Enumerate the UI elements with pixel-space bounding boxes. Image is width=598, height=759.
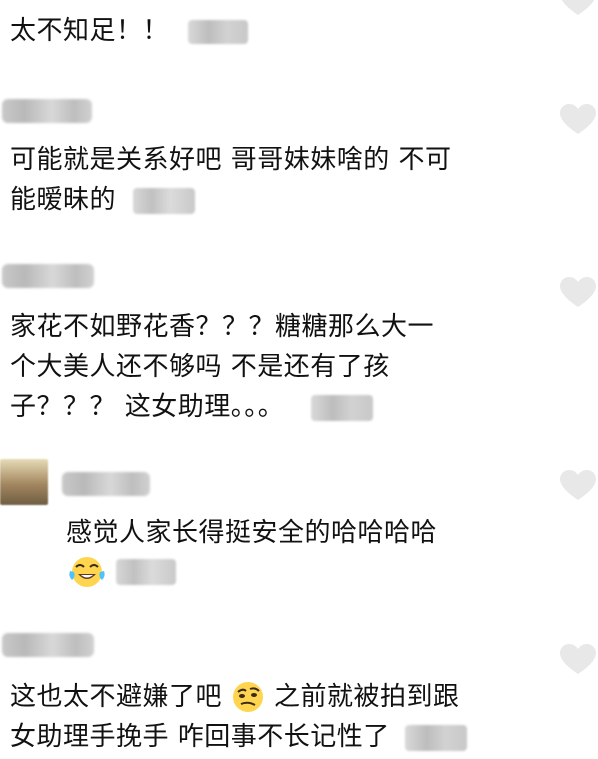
comment-5-line-1-suffix: 之前就被拍到跟 <box>274 682 460 712</box>
blurred-reaction <box>187 19 248 44</box>
laughing-tears-emoji <box>69 557 105 587</box>
heart-icon[interactable] <box>560 104 596 136</box>
comment-3-line-2: 个大美人还不够吗 不是还有了孩 <box>10 352 390 382</box>
blurred-reaction <box>404 724 467 751</box>
comment-5-line-1-wrap: 这也太不避嫌了吧 之前就被拍到跟 <box>10 677 540 717</box>
username-blur[interactable] <box>2 264 94 288</box>
comment-3-line-1: 家花不如野花香？？？糖糖那么大一 <box>10 312 435 342</box>
heart-icon[interactable] <box>560 470 596 502</box>
username-blur[interactable] <box>62 472 150 496</box>
comment-text-1: 太不知足！！ <box>10 11 540 51</box>
username-blur[interactable] <box>2 99 92 123</box>
blurred-reaction <box>311 394 374 421</box>
heart-icon[interactable] <box>560 0 596 17</box>
heart-icon[interactable] <box>560 644 596 676</box>
comment-5-line-2: 女助理手挽手 咋回事不长记性了 <box>10 722 390 752</box>
comment-2-line-2: 能暧昧的 <box>10 185 117 215</box>
avatar[interactable] <box>0 459 48 505</box>
blurred-reaction <box>132 187 195 214</box>
reply-line-2-wrap <box>66 553 536 591</box>
reply-line-1: 感觉人家长得挺安全的哈哈哈哈 <box>66 518 438 548</box>
comment-2-line-2-wrap: 能暧昧的 <box>10 180 540 220</box>
comment-3-line-3: 子？？？ 这女助理。。。 <box>10 392 285 422</box>
reply-text: 感觉人家长得挺安全的哈哈哈哈 <box>66 513 536 591</box>
comment-text-2: 可能就是关系好吧 哥哥妹妹啥的 不可 能暧昧的 <box>10 140 540 220</box>
comment-text-3: 家花不如野花香？？？糖糖那么大一 个大美人还不够吗 不是还有了孩 子？？？ 这女… <box>10 307 540 427</box>
comment-text-5: 这也太不避嫌了吧 之前就被拍到跟 女助理手挽手 咋回事不长记性了 <box>10 677 540 757</box>
comment-3-line-3-wrap: 子？？？ 这女助理。。。 <box>10 387 540 427</box>
comment-5-line-1-prefix: 这也太不避嫌了吧 <box>10 682 223 712</box>
skeptical-face-emoji <box>233 682 264 712</box>
heart-icon[interactable] <box>560 277 596 309</box>
comment-1-text: 太不知足！！ <box>10 16 170 46</box>
comment-thread: 太不知足！！ 可能就是关系好吧 哥哥妹妹啥的 不可 能暧昧的 家花不如野花香？？… <box>0 0 598 759</box>
blurred-reaction <box>116 559 176 585</box>
comment-5-line-2-wrap: 女助理手挽手 咋回事不长记性了 <box>10 717 540 757</box>
comment-2-line-1: 可能就是关系好吧 哥哥妹妹啥的 不可 <box>10 145 452 175</box>
username-blur[interactable] <box>2 633 94 657</box>
